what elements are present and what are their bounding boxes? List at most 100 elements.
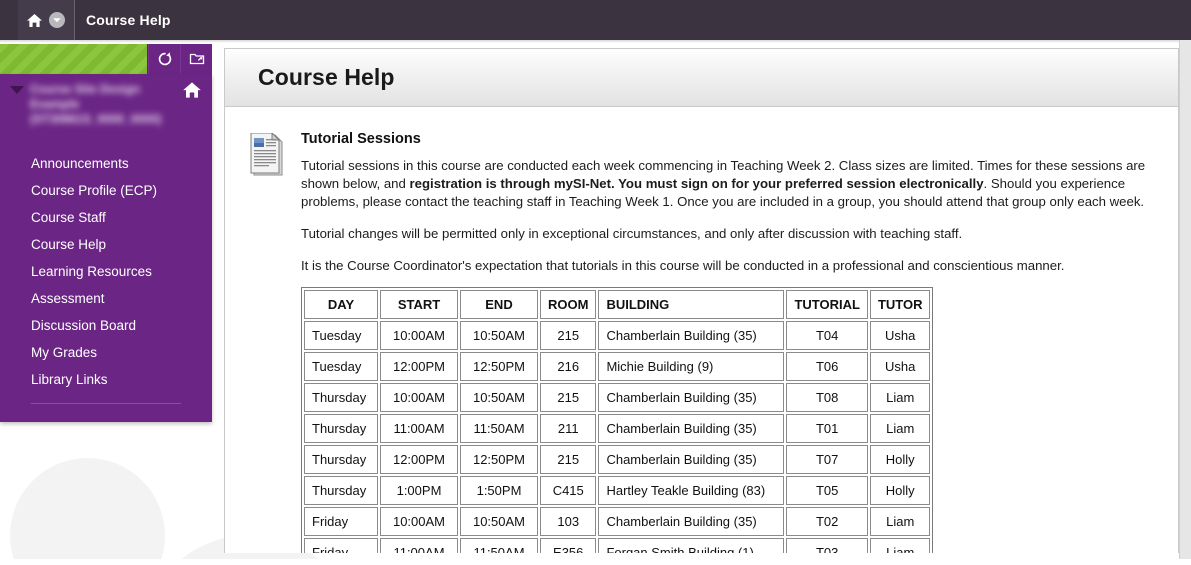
cell-start: 11:00AM bbox=[380, 538, 458, 553]
column-header-tutorial: TUTORIAL bbox=[786, 290, 868, 319]
cell-start: 11:00AM bbox=[380, 414, 458, 443]
caret-down-icon[interactable] bbox=[10, 86, 24, 94]
home-icon[interactable] bbox=[26, 12, 43, 29]
top-bar-shadow bbox=[0, 40, 1191, 43]
table-row: Thursday 11:00AM 11:50AM 211 Chamberlain Bui… bbox=[304, 414, 931, 443]
top-bar-nav-group bbox=[18, 0, 75, 40]
course-title-text: Course Site Design Example (ST30861S_000… bbox=[30, 82, 162, 126]
cell-tutor: Usha bbox=[869, 352, 931, 381]
content-item: Tutorial Sessions Tutorial sessions in t… bbox=[301, 131, 1178, 553]
item-paragraph-1: Tutorial sessions in this course are con… bbox=[301, 157, 1162, 211]
cell-start: 12:00PM bbox=[380, 352, 458, 381]
cell-end: 12:50PM bbox=[460, 445, 538, 474]
cell-tutorial: T04 bbox=[786, 321, 868, 350]
cell-building: Chamberlain Building (35) bbox=[598, 321, 785, 350]
column-header-building: BUILDING bbox=[598, 290, 785, 319]
cell-day: Friday bbox=[304, 538, 378, 553]
cell-room: 216 bbox=[540, 352, 597, 381]
cell-tutorial: T02 bbox=[786, 507, 868, 536]
cell-tutorial: T07 bbox=[786, 445, 868, 474]
cell-room: C415 bbox=[540, 476, 597, 505]
refresh-icon[interactable] bbox=[148, 44, 180, 74]
course-menu-body: Course Site Design Example (ST30861S_000… bbox=[0, 74, 212, 422]
cell-day: Friday bbox=[304, 507, 378, 536]
cell-start: 10:00AM bbox=[380, 383, 458, 412]
cell-tutorial: T01 bbox=[786, 414, 868, 443]
cell-tutorial: T06 bbox=[786, 352, 868, 381]
page-title: Course Help bbox=[258, 64, 395, 90]
cell-end: 12:50PM bbox=[460, 352, 538, 381]
cell-tutor: Holly bbox=[869, 445, 931, 474]
cell-building: Forgan Smith Building (1) bbox=[598, 538, 785, 553]
cell-start: 10:00AM bbox=[380, 507, 458, 536]
cell-tutor: Liam bbox=[869, 507, 931, 536]
course-menu-toolbar bbox=[0, 44, 212, 74]
cell-day: Thursday bbox=[304, 476, 378, 505]
sidebar-item-announcements[interactable]: Announcements bbox=[0, 150, 212, 177]
table-body: Tuesday 10:00AM 10:50AM 215 Chamberlain Buil… bbox=[304, 321, 931, 553]
table-row: Tuesday 10:00AM 10:50AM 215 Chamberlain Buil… bbox=[304, 321, 931, 350]
cell-day: Tuesday bbox=[304, 321, 378, 350]
sidebar-item-discussion-board[interactable]: Discussion Board bbox=[0, 312, 212, 339]
course-menu-accent-bar bbox=[0, 44, 148, 74]
tutorial-schedule-table: DAY START END ROOM BUILDING TUTORIAL TUT… bbox=[301, 287, 934, 553]
sidebar-item-course-profile[interactable]: Course Profile (ECP) bbox=[0, 177, 212, 204]
content-header: Course Help bbox=[225, 49, 1178, 107]
column-header-room: ROOM bbox=[540, 290, 597, 319]
table-head: DAY START END ROOM BUILDING TUTORIAL TUT… bbox=[304, 290, 931, 319]
course-menu-sidebar: Course Site Design Example (ST30861S_000… bbox=[0, 44, 212, 422]
column-header-tutor: TUTOR bbox=[869, 290, 931, 319]
top-bar-title: Course Help bbox=[86, 12, 171, 28]
cell-end: 10:50AM bbox=[460, 383, 538, 412]
cell-start: 12:00PM bbox=[380, 445, 458, 474]
cell-day: Thursday bbox=[304, 383, 378, 412]
table-row: Thursday 10:00AM 10:50AM 215 Chamberlain Bui… bbox=[304, 383, 931, 412]
column-header-start: START bbox=[380, 290, 458, 319]
cell-end: 10:50AM bbox=[460, 321, 538, 350]
cell-room: 211 bbox=[540, 414, 597, 443]
cell-tutorial: T05 bbox=[786, 476, 868, 505]
cell-end: 11:50AM bbox=[460, 414, 538, 443]
cell-tutor: Liam bbox=[869, 414, 931, 443]
sidebar-item-assessment[interactable]: Assessment bbox=[0, 285, 212, 312]
cell-room: E356 bbox=[540, 538, 597, 553]
sidebar-item-course-staff[interactable]: Course Staff bbox=[0, 204, 212, 231]
paragraph-1-emphasis: registration is through mySI-Net. You mu… bbox=[409, 176, 984, 191]
cell-day: Thursday bbox=[304, 445, 378, 474]
sidebar-item-library-links[interactable]: Library Links bbox=[0, 366, 212, 393]
table-row: Thursday 1:00PM 1:50PM C415 Hartley Teakle B… bbox=[304, 476, 931, 505]
sidebar-divider bbox=[31, 403, 181, 404]
table-row: Thursday 12:00PM 12:50PM 215 Chamberlain Bui… bbox=[304, 445, 931, 474]
cell-room: 215 bbox=[540, 445, 597, 474]
cell-building: Chamberlain Building (35) bbox=[598, 445, 785, 474]
cell-tutor: Usha bbox=[869, 321, 931, 350]
sidebar-item-my-grades[interactable]: My Grades bbox=[0, 339, 212, 366]
cell-room: 215 bbox=[540, 383, 597, 412]
document-icon bbox=[249, 131, 287, 553]
sidebar-item-learning-resources[interactable]: Learning Resources bbox=[0, 258, 212, 285]
cell-building: Michie Building (9) bbox=[598, 352, 785, 381]
cell-tutor: Liam bbox=[869, 538, 931, 553]
item-paragraph-2: Tutorial changes will be permitted only … bbox=[301, 226, 963, 241]
table-row: Friday 11:00AM 11:50AM E356 Forgan Smith Bui… bbox=[304, 538, 931, 553]
cell-building: Hartley Teakle Building (83) bbox=[598, 476, 785, 505]
folder-open-icon[interactable] bbox=[180, 44, 212, 74]
content-panel: Course Help Tutorial Sessions Tutorial s… bbox=[224, 48, 1179, 553]
cell-tutorial: T08 bbox=[786, 383, 868, 412]
cell-tutor: Liam bbox=[869, 383, 931, 412]
sidebar-item-course-help[interactable]: Course Help bbox=[0, 231, 212, 258]
chevron-down-circle-icon[interactable] bbox=[48, 11, 66, 29]
item-paragraph-3: It is the Course Coordinator's expectati… bbox=[301, 258, 1065, 273]
course-home-icon[interactable] bbox=[182, 80, 202, 105]
table-row: Friday 10:00AM 10:50AM 103 Chamberlain Build… bbox=[304, 507, 931, 536]
cell-building: Chamberlain Building (35) bbox=[598, 507, 785, 536]
column-header-day: DAY bbox=[304, 290, 378, 319]
cell-end: 10:50AM bbox=[460, 507, 538, 536]
cell-building: Chamberlain Building (35) bbox=[598, 383, 785, 412]
bottom-edge-strip bbox=[0, 559, 1191, 565]
right-edge-strip bbox=[1179, 40, 1191, 565]
cell-building: Chamberlain Building (35) bbox=[598, 414, 785, 443]
cell-tutor: Holly bbox=[869, 476, 931, 505]
content-body: Tutorial Sessions Tutorial sessions in t… bbox=[225, 107, 1178, 553]
course-title-header[interactable]: Course Site Design Example (ST30861S_000… bbox=[0, 74, 212, 148]
